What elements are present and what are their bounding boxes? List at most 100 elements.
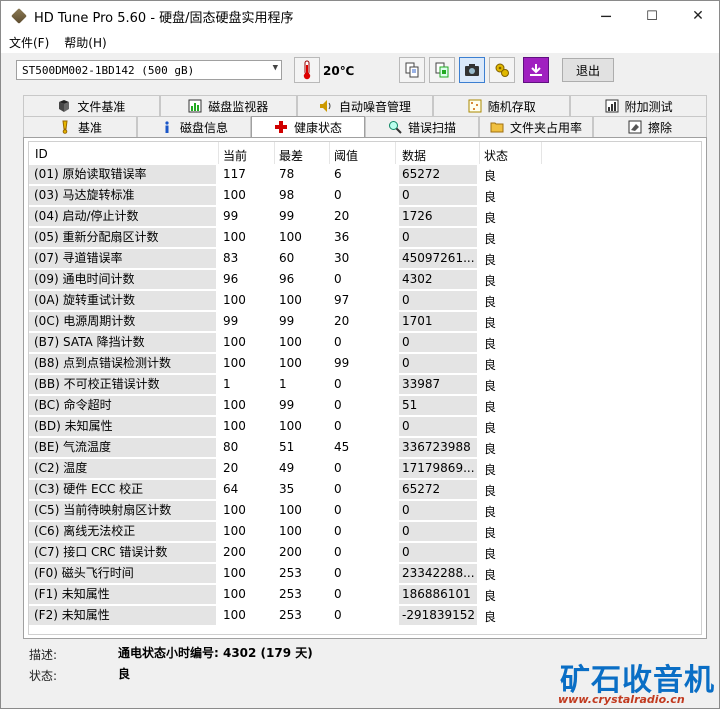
attribute-worst: 100 xyxy=(279,524,302,538)
attribute-threshold: 30 xyxy=(334,251,350,265)
close-button[interactable]: ✕ xyxy=(675,1,721,31)
header-data[interactable]: 数据 xyxy=(402,147,426,164)
copy-text-button[interactable] xyxy=(399,57,425,83)
table-row[interactable]: (07) 寻道错误率 83 60 30 45097261... 良 xyxy=(29,248,701,269)
attribute-data: 0 xyxy=(399,228,477,247)
table-row[interactable]: (C2) 温度 20 49 0 17179869... 良 xyxy=(29,458,701,479)
attribute-data: 0 xyxy=(399,417,477,436)
attribute-id: (F1) 未知属性 xyxy=(29,585,216,604)
attribute-threshold: 36 xyxy=(334,230,350,244)
menu-file[interactable]: 文件(F) xyxy=(1,34,56,51)
header-id[interactable]: ID xyxy=(35,147,48,161)
drive-select[interactable]: ST500DM002-1BD142 (500 gB) ▼ xyxy=(16,60,282,80)
copy-text-icon xyxy=(405,62,419,78)
table-row[interactable]: (C3) 硬件 ECC 校正 64 35 0 65272 良 xyxy=(29,479,701,500)
attribute-current: 200 xyxy=(223,545,246,559)
attribute-id: (F2) 未知属性 xyxy=(29,606,216,625)
tab-bottom-1[interactable]: 磁盘信息 xyxy=(137,116,251,137)
attribute-worst: 96 xyxy=(279,272,295,286)
tab-top-3[interactable]: 随机存取 xyxy=(433,95,571,116)
table-row[interactable]: (C6) 离线无法校正 100 100 0 0 良 xyxy=(29,521,701,542)
table-row[interactable]: (0C) 电源周期计数 99 99 20 1701 良 xyxy=(29,311,701,332)
temperature-button[interactable] xyxy=(294,57,320,83)
tab-bottom-0[interactable]: 基准 xyxy=(23,116,137,137)
exit-button[interactable]: 退出 xyxy=(562,58,614,82)
copy-info-button[interactable] xyxy=(429,57,455,83)
table-row[interactable]: (B8) 点到点错误检测计数 100 100 99 0 良 xyxy=(29,353,701,374)
table-row[interactable]: (F1) 未知属性 100 253 0 186886101 良 xyxy=(29,584,701,605)
header-separator xyxy=(395,142,396,164)
attribute-worst: 99 xyxy=(279,398,295,412)
header-threshold[interactable]: 阈值 xyxy=(334,147,358,164)
tab-bottom-4[interactable]: 文件夹占用率 xyxy=(479,116,593,137)
attribute-status: 良 xyxy=(484,337,497,351)
tab-bottom-5[interactable]: 擦除 xyxy=(593,116,707,137)
attribute-id: (03) 马达旋转标准 xyxy=(29,186,216,205)
table-row[interactable]: (0A) 旋转重试计数 100 100 97 0 良 xyxy=(29,290,701,311)
table-row[interactable]: (01) 原始读取错误率 117 78 6 65272 良 xyxy=(29,164,701,185)
tab-top-2[interactable]: 自动噪音管理 xyxy=(296,95,434,116)
table-row[interactable]: (04) 启动/停止计数 99 99 20 1726 良 xyxy=(29,206,701,227)
attribute-current: 64 xyxy=(223,482,239,496)
attribute-id: (B7) SATA 降挡计数 xyxy=(29,333,216,352)
attribute-id: (01) 原始读取错误率 xyxy=(29,165,216,184)
attribute-threshold: 99 xyxy=(334,356,350,370)
maximize-button[interactable]: ☐ xyxy=(629,1,675,31)
tab-top-4[interactable]: 附加测试 xyxy=(570,95,707,116)
table-row[interactable]: (03) 马达旋转标准 100 98 0 0 良 xyxy=(29,185,701,206)
table-row[interactable]: (05) 重新分配扇区计数 100 100 36 0 良 xyxy=(29,227,701,248)
attribute-current: 96 xyxy=(223,272,239,286)
description-label: 描述: xyxy=(29,648,58,662)
table-row[interactable]: (B7) SATA 降挡计数 100 100 0 0 良 xyxy=(29,332,701,353)
attribute-current: 117 xyxy=(223,167,246,181)
header-separator xyxy=(274,142,275,164)
attribute-id: (04) 启动/停止计数 xyxy=(29,207,216,226)
attribute-worst: 99 xyxy=(279,314,295,328)
tab-bottom-2[interactable]: 健康状态 xyxy=(251,116,365,137)
list-header: ID 当前 最差 阈值 数据 状态 xyxy=(29,142,701,164)
attribute-data: 65272 xyxy=(399,165,477,184)
tab-label: 附加测试 xyxy=(624,99,673,114)
minimize-button[interactable]: ─ xyxy=(583,1,629,31)
header-status[interactable]: 状态 xyxy=(484,147,508,164)
save-button[interactable] xyxy=(523,57,549,83)
magnifier-icon xyxy=(388,120,402,134)
table-row[interactable]: (09) 通电时间计数 96 96 0 4302 良 xyxy=(29,269,701,290)
attribute-current: 20 xyxy=(223,461,239,475)
screenshot-button[interactable] xyxy=(459,57,485,83)
attribute-worst: 100 xyxy=(279,503,302,517)
save-icon xyxy=(530,64,542,76)
attribute-worst: 253 xyxy=(279,608,302,622)
table-row[interactable]: (F0) 磁头飞行时间 100 253 0 23342288... 良 xyxy=(29,563,701,584)
attribute-data: 0 xyxy=(399,291,477,310)
attribute-worst: 51 xyxy=(279,440,295,454)
screenshot-icon xyxy=(465,64,479,76)
attribute-id: (0C) 电源周期计数 xyxy=(29,312,216,331)
smart-attribute-list[interactable]: ID 当前 最差 阈值 数据 状态 (01) 原始读取错误率 117 78 6 6527… xyxy=(28,141,702,635)
table-row[interactable]: (BC) 命令超时 100 99 0 51 良 xyxy=(29,395,701,416)
table-row[interactable]: (C5) 当前待映射扇区计数 100 100 0 0 良 xyxy=(29,500,701,521)
settings-icon xyxy=(495,63,509,77)
attribute-threshold: 20 xyxy=(334,314,350,328)
tab-top-1[interactable]: 磁盘监视器 xyxy=(159,95,297,116)
description-value: 通电状态小时编号: 4302 (179 天) xyxy=(118,646,313,660)
tab-row-bottom: 基准 磁盘信息 健康状态 错误扫描 文件夹占用率 擦除 xyxy=(23,116,707,137)
header-current[interactable]: 当前 xyxy=(223,147,247,164)
attribute-current: 100 xyxy=(223,566,246,580)
tab-label: 磁盘监视器 xyxy=(208,99,269,114)
tab-bottom-3[interactable]: 错误扫描 xyxy=(365,116,479,137)
tab-label: 擦除 xyxy=(647,120,672,135)
table-row[interactable]: (BD) 未知属性 100 100 0 0 良 xyxy=(29,416,701,437)
attribute-threshold: 97 xyxy=(334,293,350,307)
tab-label: 文件基准 xyxy=(77,99,126,114)
tab-top-0[interactable]: 文件基准 xyxy=(23,95,160,116)
table-row[interactable]: (BE) 气流温度 80 51 45 336723988 良 xyxy=(29,437,701,458)
table-row[interactable]: (F2) 未知属性 100 253 0 -291839152 良 xyxy=(29,605,701,626)
header-separator xyxy=(329,142,330,164)
attribute-current: 1 xyxy=(223,377,231,391)
settings-button[interactable] xyxy=(489,57,515,83)
header-worst[interactable]: 最差 xyxy=(279,147,303,164)
menu-help[interactable]: 帮助(H) xyxy=(56,34,113,51)
table-row[interactable]: (C7) 接口 CRC 错误计数 200 200 0 0 良 xyxy=(29,542,701,563)
table-row[interactable]: (BB) 不可校正错误计数 1 1 0 33987 良 xyxy=(29,374,701,395)
